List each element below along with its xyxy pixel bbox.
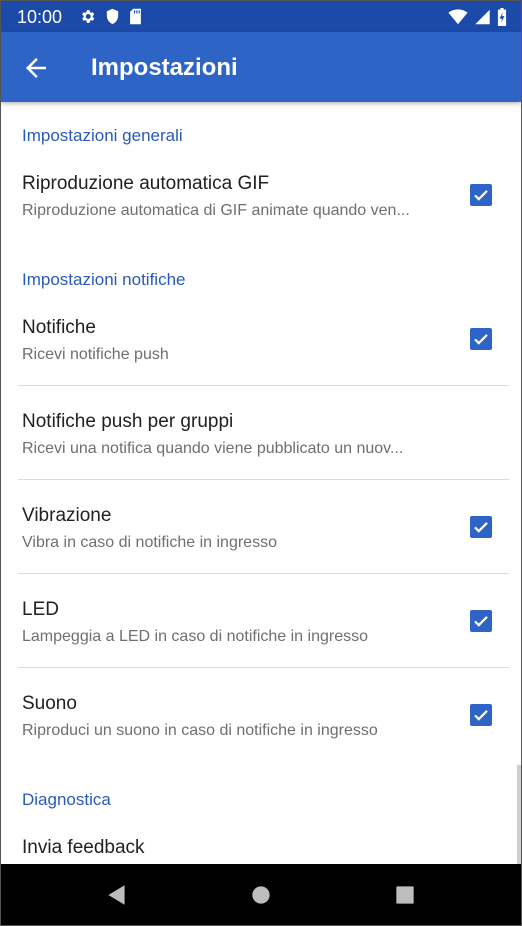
gear-icon (82, 10, 95, 23)
setting-title: Invia feedback (22, 837, 145, 858)
notifications-checkbox[interactable] (470, 328, 492, 350)
setting-title: Riproduzione automatica GIF (22, 173, 270, 194)
setting-subtitle: Riproduci un suono in caso di notifiche … (22, 722, 378, 739)
check-icon (474, 190, 488, 201)
setting-notifications[interactable]: Notifiche Ricevi notifiche push (1, 306, 521, 386)
setting-subtitle: Ricevi una notifica quando viene pubblic… (22, 440, 404, 457)
settings-list: Impostazioni generali Riproduzione autom… (1, 102, 521, 864)
setting-subtitle: Vibra in caso di notifiche in ingresso (22, 534, 277, 551)
setting-title: Suono (22, 693, 77, 714)
setting-group-push[interactable]: Notifiche push per gruppi Ricevi una not… (1, 400, 521, 480)
setting-subtitle: Riproduzione automatica di GIF animate q… (22, 202, 410, 219)
section-header-diagnostics: Diagnostica (22, 790, 111, 809)
divider (18, 573, 509, 574)
status-bar: 10:00 (1, 1, 521, 32)
navigation-bar (1, 864, 521, 925)
shield-icon (106, 8, 119, 24)
sd-card-icon (130, 8, 141, 25)
section-header-general: Impostazioni generali (22, 126, 183, 145)
check-icon (474, 616, 488, 627)
scrollbar[interactable] (517, 765, 521, 865)
section-header-notifications: Impostazioni notifiche (22, 270, 186, 289)
check-icon (474, 334, 488, 345)
app-bar: Impostazioni (1, 32, 521, 102)
arrow-back-icon (26, 58, 46, 78)
divider (18, 479, 509, 480)
setting-subtitle: Lampeggia a LED in caso di notifiche in … (22, 628, 368, 645)
signal-icon (475, 9, 490, 25)
setting-title: Notifiche (22, 317, 96, 338)
gif-autoplay-checkbox[interactable] (470, 184, 492, 206)
nav-home-button[interactable] (248, 882, 274, 908)
setting-gif-autoplay[interactable]: Riproduzione automatica GIF Riproduzione… (1, 162, 521, 242)
setting-title: Notifiche push per gruppi (22, 411, 234, 432)
wifi-icon (448, 9, 468, 25)
nav-back-button[interactable] (104, 882, 130, 908)
setting-sound[interactable]: Suono Riproduci un suono in caso di noti… (1, 682, 521, 762)
setting-led[interactable]: LED Lampeggia a LED in caso di notifiche… (1, 588, 521, 668)
setting-send-feedback[interactable]: Invia feedback (1, 826, 521, 864)
back-button[interactable] (21, 53, 51, 83)
nav-back-icon (108, 885, 125, 905)
nav-recents-icon (396, 886, 414, 904)
setting-title: LED (22, 599, 59, 620)
vibration-checkbox[interactable] (470, 516, 492, 538)
check-icon (474, 710, 488, 721)
setting-vibration[interactable]: Vibrazione Vibra in caso di notifiche in… (1, 494, 521, 574)
phone-screen: 10:00 Impostazioni Impostazioni generali… (0, 0, 522, 926)
check-icon (474, 522, 488, 533)
nav-home-icon (252, 886, 270, 904)
divider (18, 385, 509, 386)
led-checkbox[interactable] (470, 610, 492, 632)
battery-charging-icon (497, 8, 507, 26)
setting-title: Vibrazione (22, 505, 112, 526)
setting-subtitle: Ricevi notifiche push (22, 346, 169, 363)
status-time: 10:00 (17, 7, 63, 27)
sound-checkbox[interactable] (470, 704, 492, 726)
page-title: Impostazioni (91, 54, 238, 81)
nav-recents-button[interactable] (392, 882, 418, 908)
divider (18, 667, 509, 668)
